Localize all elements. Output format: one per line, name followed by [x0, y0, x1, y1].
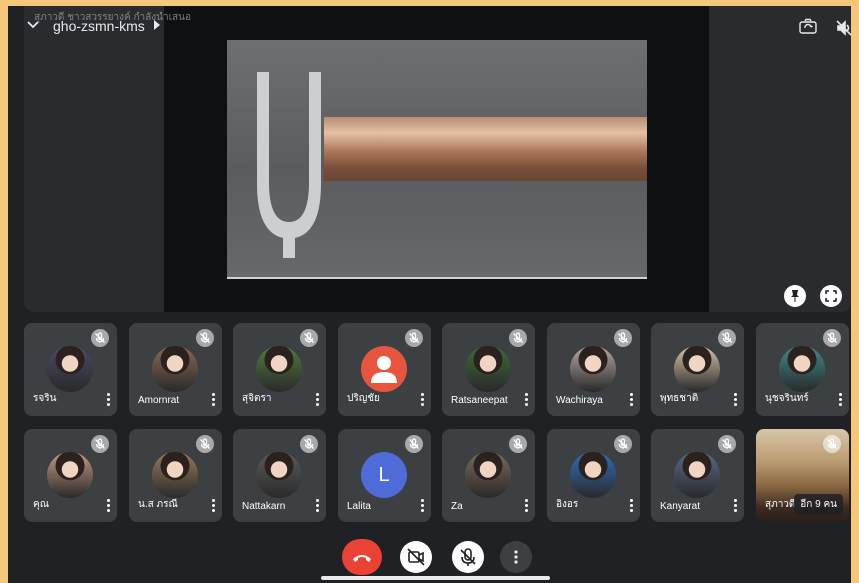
participant-tile[interactable]: คุณ — [24, 429, 117, 522]
participant-name: รจริน — [33, 393, 57, 404]
participant-tile[interactable]: Ratsaneepat — [442, 323, 535, 416]
participant-tile[interactable]: น.ส ภรณี — [129, 429, 222, 522]
more-vert-icon[interactable] — [525, 499, 529, 513]
more-vert-icon[interactable] — [525, 393, 529, 407]
more-participants-badge[interactable]: อีก 9 คน — [794, 494, 843, 515]
more-vert-icon[interactable] — [212, 393, 216, 407]
avatar — [256, 452, 302, 498]
participant-name: Lalita — [347, 501, 371, 512]
more-vert-icon[interactable] — [630, 393, 634, 407]
mic-off-icon — [300, 329, 318, 347]
participant-tile[interactable]: Amornrat — [129, 323, 222, 416]
participant-tile[interactable]: สุจิตรา — [233, 323, 326, 416]
more-vert-icon[interactable] — [212, 499, 216, 513]
mic-off-icon — [823, 329, 841, 347]
avatar — [465, 452, 511, 498]
avatar — [570, 452, 616, 498]
pin-icon[interactable] — [784, 285, 806, 307]
mic-off-icon — [614, 329, 632, 347]
speaker-off-icon[interactable] — [834, 18, 851, 38]
participant-name: พุทธชาติ — [660, 393, 699, 404]
participant-name: สุจิตรา — [242, 393, 272, 404]
more-vert-icon[interactable] — [316, 393, 320, 407]
slide-copper-band — [324, 117, 647, 181]
more-vert-icon[interactable] — [107, 393, 111, 407]
participant-name: อิงอร — [556, 499, 579, 510]
mic-off-icon — [405, 329, 423, 347]
meet-window: สุภาวดี ชาวสวรรยางค์ กำลังนำเสนอ gho-zsm… — [8, 6, 851, 583]
mic-off-icon — [196, 435, 214, 453]
tuning-fork-graphic — [257, 72, 321, 258]
more-vert-icon[interactable] — [421, 499, 425, 513]
more-vert-icon[interactable] — [107, 499, 111, 513]
mic-off-icon — [718, 329, 736, 347]
participant-tile[interactable]: Wachiraya — [547, 323, 640, 416]
mic-off-icon — [509, 329, 527, 347]
participant-tile[interactable]: Za — [442, 429, 535, 522]
participant-tile[interactable]: รจริน — [24, 323, 117, 416]
more-vert-icon[interactable] — [421, 393, 425, 407]
avatar — [47, 346, 93, 392]
participant-name: ปริญชัย — [347, 393, 380, 404]
home-indicator[interactable] — [321, 576, 550, 580]
camera-off-button[interactable] — [400, 541, 432, 573]
avatar — [674, 346, 720, 392]
end-call-button[interactable] — [342, 539, 382, 575]
more-vert-icon[interactable] — [839, 393, 843, 407]
participant-name: สุภาวดี — [765, 499, 796, 510]
avatar — [152, 452, 198, 498]
switch-camera-icon[interactable] — [798, 18, 818, 36]
mic-off-icon — [718, 435, 736, 453]
avatar — [779, 346, 825, 392]
avatar — [570, 346, 616, 392]
presentation-slide — [227, 40, 647, 279]
participant-name: Amornrat — [138, 395, 180, 406]
avatar — [361, 346, 407, 392]
avatar — [674, 452, 720, 498]
avatar: L — [361, 452, 407, 498]
avatar-initial: L — [378, 464, 390, 486]
more-options-button[interactable] — [500, 541, 532, 573]
avatar — [256, 346, 302, 392]
participant-tile[interactable]: Nattakarn — [233, 429, 326, 522]
participant-name: น.ส ภรณี — [138, 499, 178, 510]
participant-tile[interactable]: พุทธชาติ — [651, 323, 744, 416]
participant-tile[interactable]: L Lalita — [338, 429, 431, 522]
participant-name: Wachiraya — [556, 395, 603, 406]
fullscreen-icon[interactable] — [820, 285, 842, 307]
more-vert-icon[interactable] — [630, 499, 634, 513]
mic-off-icon — [196, 329, 214, 347]
chevron-down-icon[interactable] — [24, 16, 42, 34]
avatar — [47, 452, 93, 498]
participant-name: Ratsaneepat — [451, 395, 508, 406]
more-vert-icon[interactable] — [734, 499, 738, 513]
mic-off-icon — [405, 435, 423, 453]
avatar — [152, 346, 198, 392]
mic-off-icon — [614, 435, 632, 453]
meeting-code[interactable]: gho-zsmn-kms — [53, 18, 145, 34]
mic-off-icon — [91, 329, 109, 347]
mic-off-icon — [823, 435, 841, 453]
participant-tile[interactable]: Kanyarat — [651, 429, 744, 522]
mic-off-icon — [91, 435, 109, 453]
participant-tile[interactable]: ปริญชัย — [338, 323, 431, 416]
mic-off-button[interactable] — [452, 541, 484, 573]
avatar — [465, 346, 511, 392]
top-bar: สุภาวดี ชาวสวรรยางค์ กำลังนำเสนอ gho-zsm… — [8, 6, 851, 46]
participant-name: Za — [451, 501, 463, 512]
caret-right-icon[interactable] — [154, 20, 160, 30]
participant-name: Kanyarat — [660, 501, 701, 512]
mic-off-icon — [300, 435, 318, 453]
more-vert-icon[interactable] — [734, 393, 738, 407]
participant-tile[interactable]: นุชจรินทร์ — [756, 323, 849, 416]
participant-tile[interactable]: อิงอร — [547, 429, 640, 522]
mic-off-icon — [509, 435, 527, 453]
participant-name: นุชจรินทร์ — [765, 393, 809, 404]
participant-name: คุณ — [33, 499, 49, 510]
participant-name: Nattakarn — [242, 501, 286, 512]
overflow-tile[interactable]: สุภาวดี อีก 9 คน — [756, 429, 849, 522]
more-vert-icon[interactable] — [316, 499, 320, 513]
presentation-stage[interactable] — [24, 6, 851, 312]
